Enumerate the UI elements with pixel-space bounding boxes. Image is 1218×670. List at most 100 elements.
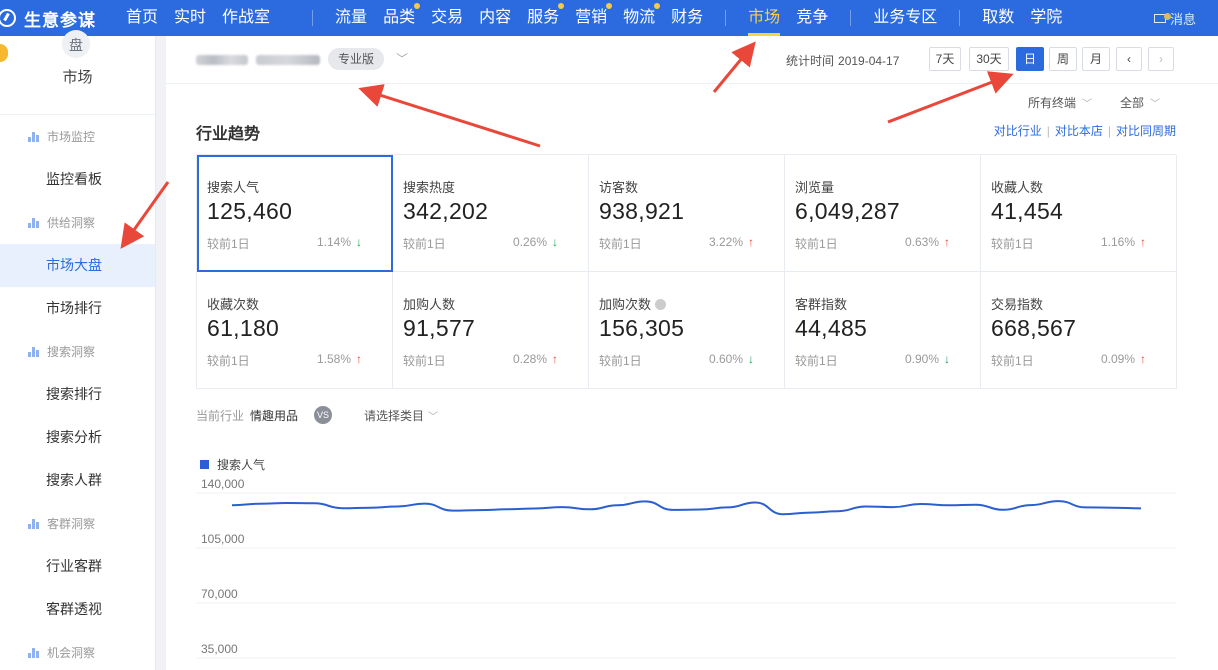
metric-name: 浏览量	[795, 177, 980, 196]
metric-card[interactable]: 加购人数 91,577 较前1日 0.28% ↑	[393, 272, 589, 389]
nav-item[interactable]: 财务	[663, 0, 711, 36]
metric-value: 61,180	[207, 315, 280, 341]
metric-value: 668,567	[991, 315, 1077, 341]
nav-item[interactable]: 交易	[423, 0, 471, 36]
sidebar-section-label: 客群洞察	[47, 517, 96, 531]
metric-card[interactable]: 搜索热度 342,202 较前1日 0.26% ↓	[393, 155, 589, 272]
metric-name-label: 搜索热度	[403, 180, 456, 195]
metric-compare: 较前1日 0.63% ↑	[795, 235, 950, 252]
trend-line-chart: 140,000 105,000 70,000 35,000	[196, 477, 1176, 659]
nav-item[interactable]: 取数	[974, 0, 1022, 36]
sidebar-item[interactable]: 市场排行	[0, 287, 155, 330]
y-tick-label: 70,000	[201, 587, 238, 601]
metric-card[interactable]: 客群指数 44,485 较前1日 0.90% ↓	[785, 272, 981, 389]
metric-compare: 较前1日 0.09% ↑	[991, 352, 1146, 369]
next-date-button[interactable]: ›	[1148, 47, 1174, 71]
nav-item[interactable]: 作战室	[214, 0, 278, 36]
sidebar-section-label: 供给洞察	[47, 216, 96, 230]
stat-time-label: 统计时间	[786, 54, 835, 68]
category-select[interactable]: 请选择类目 ﹀	[364, 407, 438, 424]
chevron-down-icon[interactable]: ﹀	[396, 50, 408, 67]
sidebar-item[interactable]: 监控看板	[0, 158, 155, 201]
link-separator: |	[1046, 124, 1050, 138]
metric-compare-label: 较前1日	[403, 237, 446, 251]
period-7d-button[interactable]: 7天	[929, 47, 961, 71]
metric-name: 搜索人气	[207, 177, 392, 196]
messages-link[interactable]: 消息	[1153, 0, 1196, 36]
metric-name-label: 浏览量	[795, 180, 835, 195]
sidebar-item[interactable]: 市场大盘	[0, 244, 155, 287]
logo-icon	[0, 9, 16, 27]
metric-change-pct: 0.63%	[904, 235, 939, 249]
metric-card[interactable]: 访客数 938,921 较前1日 3.22% ↑	[589, 155, 785, 272]
metric-value: 156,305	[599, 315, 685, 341]
stat-time-date: 2019-04-17	[838, 54, 900, 68]
industry-bar: 当前行业 情趣用品 VS 请选择类目 ﹀	[196, 406, 438, 424]
nav-divider	[725, 10, 727, 26]
messages-label: 消息	[1169, 11, 1196, 27]
period-month-button[interactable]: 月	[1082, 47, 1110, 71]
metric-name-label: 加购次数	[599, 297, 652, 312]
period-week-button[interactable]: 周	[1049, 47, 1077, 71]
metric-card[interactable]: 收藏次数 61,180 较前1日 1.58% ↑	[197, 272, 393, 389]
nav-item[interactable]: 内容	[471, 0, 519, 36]
terminal-filter-label: 所有终端	[1028, 96, 1077, 110]
category-select-placeholder: 请选择类目	[364, 408, 425, 423]
metric-card[interactable]: 交易指数 668,567 较前1日 0.09% ↑	[981, 272, 1177, 389]
sidebar-menu: 市场监控 监控看板 供给洞察 市场大盘 市场排行 搜索洞察 搜索排行 搜索分析 搜索人群 客群洞察…	[0, 115, 155, 670]
metric-change-pct: 1.58%	[316, 352, 351, 366]
nav-item[interactable]: 学院	[1022, 0, 1070, 36]
metric-change: 0.90% ↓	[905, 352, 950, 369]
metric-card[interactable]: 加购次数 156,305 较前1日 0.60% ↓	[589, 272, 785, 389]
chart-legend[interactable]: 搜索人气	[200, 456, 265, 473]
nav-item[interactable]: 首页	[118, 0, 166, 36]
metric-name: 收藏人数	[991, 177, 1176, 196]
nav-item[interactable]: 营销	[567, 0, 615, 36]
compare-links: 对比行业 | 对比本店 | 对比同周期	[994, 122, 1176, 139]
sidebar-item[interactable]: 客群透视	[0, 588, 155, 631]
compare-period-link[interactable]: 对比同周期	[1116, 124, 1176, 138]
arrow-up-icon: ↑	[356, 352, 362, 366]
sidebar-collapse-tab[interactable]	[0, 44, 8, 62]
metric-card[interactable]: 搜索人气 125,460 较前1日 1.14% ↓	[197, 155, 393, 272]
metric-change-pct: 0.28%	[512, 352, 547, 366]
sidebar-header: 盘 市场	[0, 30, 155, 114]
arrow-down-icon: ↓	[552, 235, 558, 249]
nav-item[interactable]: 业务专区	[865, 0, 945, 36]
nav-divider	[959, 10, 961, 26]
metric-change: 0.60% ↓	[709, 352, 754, 369]
sidebar-section-label: 市场监控	[47, 130, 96, 144]
nav-item[interactable]: 实时	[166, 0, 214, 36]
sidebar-item[interactable]: 搜索分析	[0, 416, 155, 459]
building-icon	[28, 217, 39, 228]
nav-item[interactable]: 流量	[327, 0, 375, 36]
building-icon	[28, 131, 39, 142]
compare-shop-link[interactable]: 对比本店	[1055, 124, 1103, 138]
nav-item[interactable]: 市场	[740, 0, 788, 36]
metric-change-pct: 0.26%	[512, 235, 547, 249]
terminal-filter[interactable]: 所有终端 ﹀	[1028, 94, 1092, 111]
compare-industry-link[interactable]: 对比行业	[994, 124, 1042, 138]
nav-item[interactable]: 物流	[615, 0, 663, 36]
nav-item[interactable]: 竞争	[788, 0, 836, 36]
metric-change: 0.26% ↓	[513, 235, 558, 252]
series-line[interactable]	[231, 500, 1142, 516]
scope-filter[interactable]: 全部 ﹀	[1120, 94, 1160, 111]
main-panel: 专业版 ﹀ 统计时间 2019-04-17 7天 30天 日 周 月 ‹ › 所有…	[166, 36, 1218, 670]
sidebar-item[interactable]: 搜索人群	[0, 459, 155, 502]
metric-name-label: 交易指数	[991, 297, 1044, 312]
period-30d-button[interactable]: 30天	[969, 47, 1009, 71]
metric-card[interactable]: 收藏人数 41,454 较前1日 1.16% ↑	[981, 155, 1177, 272]
sidebar-item[interactable]: 行业客群	[0, 545, 155, 588]
info-icon[interactable]	[655, 299, 667, 310]
industry-value: 情趣用品	[250, 408, 299, 423]
sidebar-item[interactable]: 搜索排行	[0, 373, 155, 416]
prev-date-button[interactable]: ‹	[1116, 47, 1142, 71]
period-day-button[interactable]: 日	[1016, 47, 1044, 71]
metric-card[interactable]: 浏览量 6,049,287 较前1日 0.63% ↑	[785, 155, 981, 272]
metric-compare: 较前1日 0.60% ↓	[599, 352, 754, 369]
nav-item[interactable]: 服务	[519, 0, 567, 36]
nav-item[interactable]: 品类	[375, 0, 423, 36]
app-logo[interactable]: 生意参谋	[0, 6, 112, 31]
metric-value: 41,454	[991, 198, 1064, 224]
